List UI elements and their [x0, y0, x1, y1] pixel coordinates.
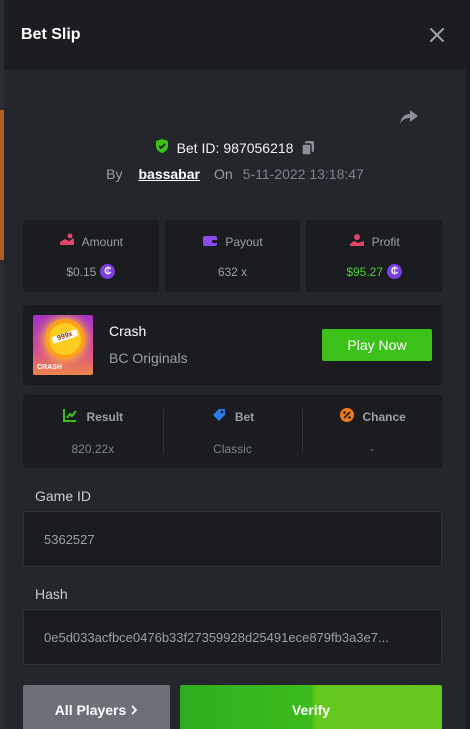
crash-game-thumbnail[interactable]: 999x CRASH	[33, 315, 93, 375]
close-icon[interactable]	[426, 24, 448, 46]
all-players-label: All Players	[54, 702, 127, 718]
game-name: Crash	[109, 323, 147, 339]
coin-icon: ₵	[387, 264, 403, 279]
wallet-icon	[202, 234, 218, 251]
hash-field[interactable]: 0e5d033acfbce0476b33f27359928d25491ece87…	[23, 609, 442, 665]
chart-icon	[62, 407, 78, 426]
bet-details: Result 820.22x Bet Classic Chance -	[23, 395, 442, 468]
chance-label: Chance	[362, 409, 406, 424]
detail-bet: Bet Classic	[162, 395, 303, 468]
bet-id-label: Bet ID:	[176, 139, 220, 156]
result-label: Result	[86, 409, 124, 424]
copy-icon[interactable]	[300, 140, 316, 156]
hash-value: 0e5d033acfbce0476b33f27359928d25491ece87…	[44, 629, 389, 645]
payout-label: Payout	[225, 235, 263, 249]
bet-label: Bet	[234, 409, 255, 424]
backdrop-right-edge	[466, 0, 470, 729]
game-id-field[interactable]: 5362527	[23, 511, 442, 567]
modal-header: Bet Slip	[4, 0, 466, 70]
bet-stats: Amount $0.15 ₵ Payout 632 x Profit $95.2…	[23, 220, 443, 292]
by-label: By	[106, 166, 123, 182]
bet-slip-modal: Bet Slip Bet ID: 987056218 By bassabar O…	[4, 0, 466, 729]
game-id-label: Game ID	[35, 488, 92, 504]
on-label: On	[213, 166, 233, 182]
username-link[interactable]: bassabar	[138, 166, 199, 182]
stat-amount: Amount $0.15 ₵	[23, 220, 159, 292]
detail-result: Result 820.22x	[23, 395, 163, 468]
stat-profit: Profit $95.27 ₵	[306, 220, 443, 292]
modal-body: Bet ID: 987056218 By bassabar On 5-11-20…	[4, 70, 466, 729]
bet-id-value: 987056218	[223, 139, 294, 156]
all-players-button[interactable]: All Players	[23, 685, 170, 729]
game-provider: BC Originals	[109, 350, 188, 366]
bet-id-row: Bet ID: 987056218	[4, 138, 466, 157]
payout-value: 632 x	[217, 264, 248, 279]
tag-icon	[211, 407, 227, 426]
verify-button[interactable]: Verify	[180, 685, 442, 729]
thumb-tag: CRASH	[37, 364, 62, 371]
bet-value: Classic	[213, 442, 252, 456]
chevron-right-icon	[130, 702, 138, 718]
amount-label: Amount	[81, 234, 124, 249]
stat-payout: Payout 632 x	[164, 220, 301, 292]
amount-value: $0.15	[66, 264, 97, 279]
amount-icon	[59, 233, 75, 250]
bet-meta-row: By bassabar On 5-11-2022 13:18:47	[4, 166, 466, 182]
detail-chance: Chance -	[302, 395, 442, 468]
hash-label: Hash	[35, 586, 68, 602]
chance-value: -	[370, 442, 375, 456]
profit-icon	[349, 233, 365, 250]
profit-value: $95.27	[346, 264, 384, 279]
game-card: 999x CRASH Crash BC Originals Play Now	[23, 305, 442, 385]
play-now-button[interactable]: Play Now	[322, 329, 432, 361]
share-icon[interactable]	[398, 106, 420, 128]
result-value: 820.22x	[71, 442, 115, 456]
coin-icon: ₵	[100, 264, 116, 279]
profit-label: Profit	[371, 234, 400, 249]
shield-check-icon	[154, 138, 170, 157]
game-id-value: 5362527	[44, 531, 95, 547]
modal-title: Bet Slip	[21, 26, 81, 43]
bet-date: 5-11-2022 13:18:47	[242, 166, 364, 182]
percent-icon	[339, 407, 355, 426]
